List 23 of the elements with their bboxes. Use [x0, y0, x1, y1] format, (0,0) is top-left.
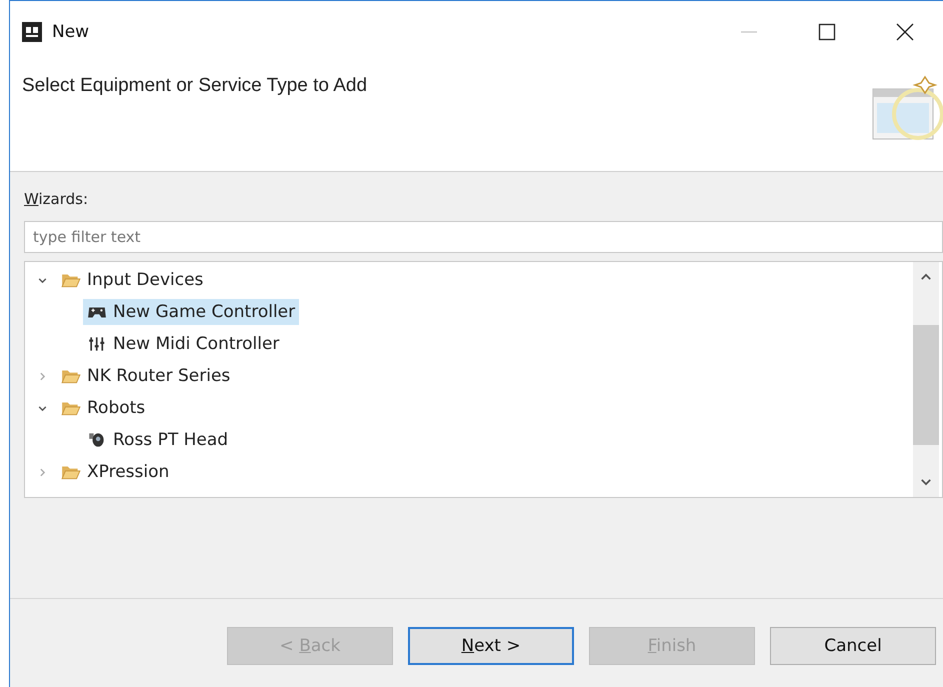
vertical-scrollbar[interactable] [913, 262, 939, 497]
wizards-label: Wizards: [24, 190, 90, 210]
app-logo-icon [22, 22, 42, 42]
maximize-icon[interactable] [817, 22, 837, 42]
tree-item[interactable]: New Game Controller [83, 299, 300, 325]
tree-item[interactable]: Ross PT Head [83, 427, 232, 453]
wizard-page-title: Select Equipment or Service Type to Add [22, 75, 368, 97]
scrollbar-thumb[interactable] [913, 324, 939, 444]
folder-icon [61, 400, 81, 416]
close-icon[interactable] [895, 22, 915, 42]
window-title: New [52, 22, 90, 42]
sliders-icon [87, 336, 107, 352]
filter-field[interactable]: type filter text [24, 221, 943, 253]
tree-item[interactable]: Robots [57, 395, 150, 421]
dialog-button[interactable]: Cancel [770, 627, 936, 665]
dialog-button[interactable]: Next > [408, 627, 574, 665]
folder-icon [61, 272, 81, 288]
folder-icon [61, 368, 81, 384]
folder-icon [61, 464, 81, 480]
tree-item[interactable]: New Midi Controller [83, 331, 284, 357]
tree-item[interactable]: XPression [57, 459, 174, 485]
tree-item[interactable]: NK Router Series [57, 363, 234, 389]
tree-item[interactable]: Input Devices [57, 267, 208, 293]
